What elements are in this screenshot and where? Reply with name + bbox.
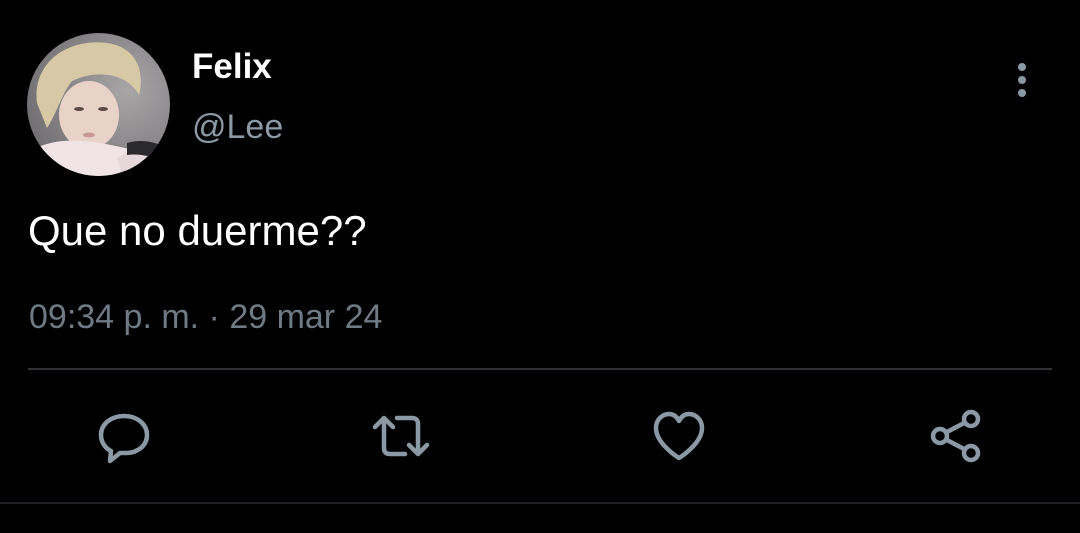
more-options-button[interactable] (1002, 58, 1042, 102)
tweet-detail: Felix @Lee Que no duerme?? 09:34 p. m. ·… (0, 0, 1080, 533)
reply-button[interactable] (94, 406, 154, 466)
reply-icon (98, 413, 150, 464)
divider (0, 502, 1080, 504)
share-button[interactable] (926, 406, 986, 466)
retweet-icon (372, 415, 430, 457)
like-button[interactable] (649, 406, 709, 466)
display-name[interactable]: Felix (192, 46, 272, 88)
retweet-button[interactable] (371, 406, 431, 466)
more-vertical-icon (1018, 63, 1026, 97)
user-handle[interactable]: @Lee (192, 106, 283, 148)
share-icon (930, 409, 981, 463)
avatar-photo (27, 33, 170, 176)
tweet-text: Que no duerme?? (28, 207, 367, 254)
avatar[interactable] (27, 33, 170, 176)
tweet-timestamp[interactable]: 09:34 p. m. · 29 mar 24 (29, 296, 382, 338)
heart-icon (653, 411, 705, 461)
divider (28, 368, 1052, 370)
